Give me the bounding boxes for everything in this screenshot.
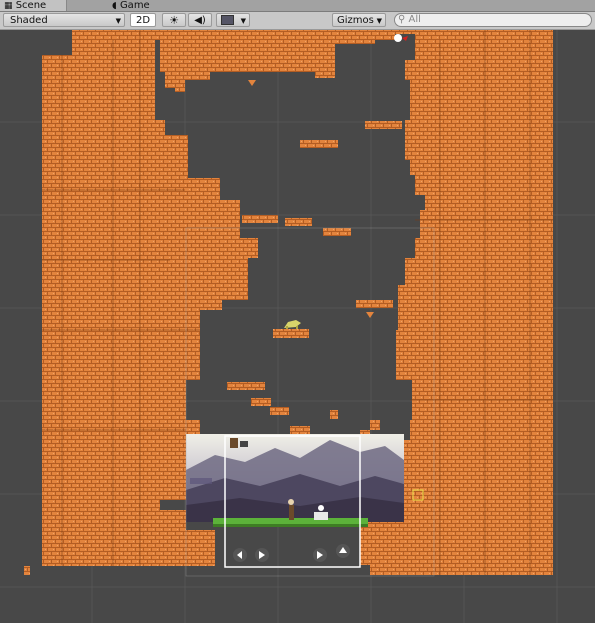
tab-menu-icon[interactable]	[583, 0, 595, 11]
search-icon: ⚲	[398, 14, 406, 25]
tab-scene[interactable]: ▦ Scene	[0, 0, 67, 11]
hierarchy-search-input[interactable]: ⚲ All	[394, 13, 592, 27]
game-background-image	[186, 434, 404, 522]
mode-2d-label: 2D	[135, 15, 151, 26]
jump-button[interactable]	[336, 544, 350, 558]
lizard-enemy	[284, 320, 301, 329]
gizmos-label: Gizmos	[337, 15, 374, 26]
tab-game-label: Game	[119, 0, 150, 11]
scene-audio-toggle[interactable]: ◀)	[188, 13, 212, 27]
action-button[interactable]	[313, 548, 327, 562]
chevron-down-icon: ▼	[376, 17, 382, 25]
scene-toolbar: Shaded ▼ 2D ☀ ◀) ▼ Gizmos ▼ ⚲ All	[0, 12, 595, 30]
scene-viewport[interactable]	[0, 30, 595, 623]
mode-2d-toggle[interactable]: 2D	[130, 13, 156, 27]
shading-mode-dropdown[interactable]: Shaded ▼	[3, 13, 125, 27]
sun-icon: ☀	[169, 14, 179, 27]
pacman-icon: ◖	[112, 1, 117, 11]
chevron-down-icon: ▼	[115, 17, 121, 25]
scene-lighting-toggle[interactable]: ☀	[162, 13, 186, 27]
speaker-icon: ◀)	[194, 15, 206, 26]
scene-canvas	[0, 30, 595, 623]
window-tab-bar: ▦ Scene ◖ Game	[0, 0, 595, 12]
image-icon	[221, 15, 234, 25]
tab-scene-label: Scene	[15, 0, 47, 11]
flame-gizmo-icon	[394, 34, 408, 42]
spawn-marker-icon	[248, 80, 256, 86]
search-placeholder: All	[408, 14, 421, 25]
enemy-marker-icon	[366, 312, 374, 318]
tab-game[interactable]: ◖ Game	[108, 0, 172, 11]
shading-mode-label: Shaded	[10, 15, 48, 26]
right-move-button[interactable]	[255, 548, 269, 562]
chevron-down-icon: ▼	[240, 17, 246, 25]
gizmos-dropdown[interactable]: Gizmos ▼	[332, 13, 386, 27]
scene-effects-dropdown[interactable]: ▼	[216, 13, 250, 27]
grid-icon: ▦	[4, 1, 13, 11]
left-move-button[interactable]	[233, 548, 247, 562]
